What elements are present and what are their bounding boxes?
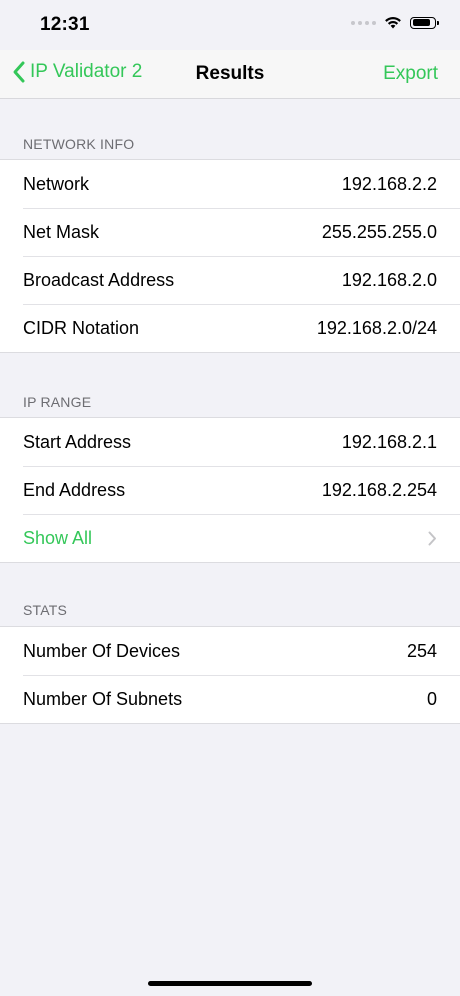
ip-range-group: Start Address 192.168.2.1 End Address 19… [0,417,460,563]
row-value: 192.168.2.0 [341,269,437,290]
section-header-ip-range: IP RANGE [23,394,92,410]
network-info-group: Network 192.168.2.2 Net Mask 255.255.255… [0,159,460,353]
row-value: 255.255.255.0 [321,221,437,242]
row-label: CIDR Notation [23,317,140,338]
row-net-mask: Net Mask 255.255.255.0 [0,208,460,256]
battery-icon [410,16,439,29]
home-indicator[interactable] [148,981,312,986]
show-all-label: Show All [23,527,93,548]
row-number-of-subnets: Number Of Subnets 0 [0,675,460,723]
status-icons [351,16,439,29]
row-value: 192.168.2.0/24 [316,317,437,338]
row-value: 192.168.2.2 [341,173,437,194]
row-label: Network [23,173,90,194]
row-end-address: End Address 192.168.2.254 [0,466,460,514]
chevron-right-icon [428,531,437,546]
row-start-address: Start Address 192.168.2.1 [0,418,460,466]
status-bar: 12:31 [0,0,460,50]
row-label: Net Mask [23,221,100,242]
row-value: 192.168.2.1 [341,431,437,452]
navigation-bar: IP Validator 2 Results Export [0,50,460,99]
row-label: End Address [23,479,126,500]
row-value: 192.168.2.254 [321,479,437,500]
row-value: 0 [426,688,437,709]
row-label: Number Of Subnets [23,688,183,709]
section-header-network-info: NETWORK INFO [23,136,135,152]
row-value: 254 [406,640,437,661]
row-network: Network 192.168.2.2 [0,160,460,208]
cellular-signal-icon [351,20,376,25]
show-all-row[interactable]: Show All [0,514,460,562]
battery-level [412,19,430,26]
row-cidr-notation: CIDR Notation 192.168.2.0/24 [0,304,460,352]
wifi-icon [385,17,401,29]
section-header-stats: STATS [23,602,68,618]
row-broadcast-address: Broadcast Address 192.168.2.0 [0,256,460,304]
status-time: 12:31 [40,14,90,35]
row-number-of-devices: Number Of Devices 254 [0,627,460,675]
export-button[interactable]: Export [383,63,438,85]
row-label: Broadcast Address [23,269,175,290]
stats-group: Number Of Devices 254 Number Of Subnets … [0,626,460,724]
row-label: Start Address [23,431,132,452]
row-label: Number Of Devices [23,640,181,661]
